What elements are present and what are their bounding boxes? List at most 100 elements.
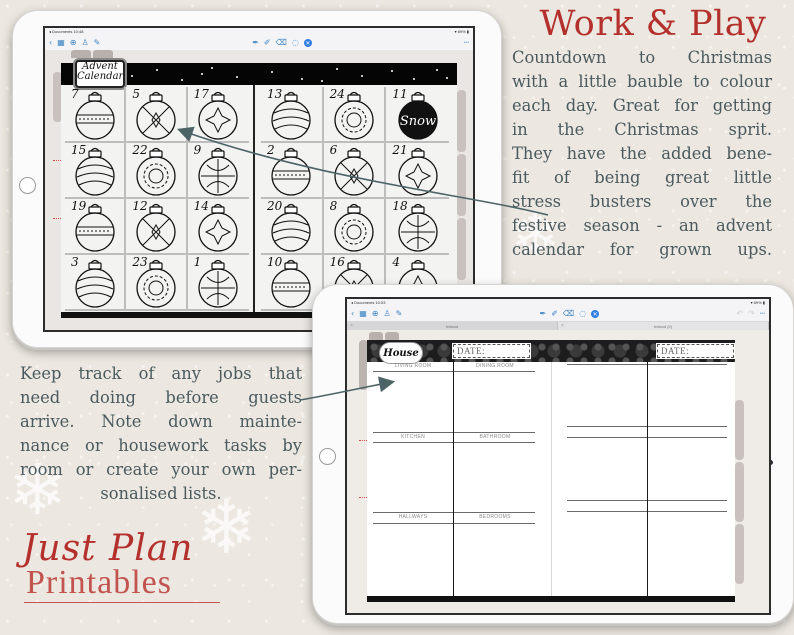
date-field-right[interactable]: DATE: xyxy=(656,343,735,359)
grid-icon[interactable]: ▦ xyxy=(57,39,65,47)
planner-side-tab[interactable] xyxy=(735,400,744,460)
back-chevron-icon[interactable]: ‹ xyxy=(351,310,354,318)
planner-top-tab[interactable] xyxy=(93,50,113,58)
bauble-drawing[interactable] xyxy=(329,147,379,197)
bauble-drawing[interactable] xyxy=(266,147,316,197)
bauble-drawing[interactable] xyxy=(193,259,243,309)
advent-day-cell[interactable]: 17 xyxy=(187,87,249,143)
advent-day-cell[interactable]: 21 xyxy=(386,143,449,199)
close-tools-icon[interactable]: ✕ xyxy=(591,310,600,318)
advent-day-cell[interactable]: 15 xyxy=(65,143,127,199)
planner-top-tab[interactable] xyxy=(385,332,399,340)
advent-day-cell[interactable]: 5 xyxy=(126,87,188,143)
highlighter-tool-icon[interactable]: ✐ xyxy=(551,310,558,318)
highlighter-tool-icon[interactable]: ✐ xyxy=(264,39,271,47)
advent-day-cell[interactable]: 13 xyxy=(261,87,324,143)
bauble-drawing[interactable] xyxy=(131,259,181,309)
room-label-bedrooms: BEDROOMS xyxy=(479,514,511,520)
description-line: festive season - an advent xyxy=(512,216,772,235)
close-tab-icon[interactable]: × xyxy=(561,323,564,329)
planner-side-tab[interactable] xyxy=(735,462,744,522)
advent-day-cell[interactable]: 19 xyxy=(65,199,127,255)
planner-side-tab[interactable] xyxy=(457,218,466,280)
bauble-drawing[interactable] xyxy=(393,203,443,253)
planner-side-tab[interactable] xyxy=(735,524,744,584)
bauble-drawing[interactable] xyxy=(70,259,120,309)
advent-day-cell[interactable]: 3 xyxy=(65,255,127,311)
advent-day-cell[interactable]: 11 Snow xyxy=(386,87,449,143)
share-icon[interactable]: ♙ xyxy=(81,39,88,47)
advent-day-cell[interactable]: 9 xyxy=(187,143,249,199)
description-line: with a little bauble to colour xyxy=(512,72,772,91)
bauble-drawing[interactable] xyxy=(131,203,181,253)
home-button[interactable] xyxy=(19,177,36,194)
headline: Work & Play xyxy=(539,4,767,44)
eraser-tool-icon[interactable]: ⌫ xyxy=(563,310,574,318)
bauble-drawing[interactable]: Snow xyxy=(393,91,443,141)
room-label-hallways: HALLWAYS xyxy=(398,514,428,520)
more-menu-icon[interactable]: ••• xyxy=(760,311,765,317)
more-menu-icon[interactable]: ••• xyxy=(464,40,469,46)
column-divider xyxy=(647,362,648,602)
edit-icon[interactable]: ✎ xyxy=(94,39,101,47)
pen-tool-icon[interactable]: ✒ xyxy=(539,310,546,318)
tab-ireland-2[interactable]: × Ireland (2) xyxy=(558,322,769,330)
planner-top-tab[interactable] xyxy=(71,50,91,58)
tab-label: Ireland xyxy=(445,323,459,329)
grid-icon[interactable]: ▦ xyxy=(359,310,367,318)
redo-icon[interactable]: ↷ xyxy=(748,310,755,318)
advent-day-cell[interactable]: 1 xyxy=(187,255,249,311)
edit-icon[interactable]: ✎ xyxy=(396,310,403,318)
advent-day-cell[interactable]: 2 xyxy=(261,143,324,199)
bauble-drawing[interactable] xyxy=(193,91,243,141)
planner-side-tab[interactable] xyxy=(457,90,466,152)
lasso-tool-icon[interactable]: ◌ xyxy=(292,39,299,47)
snow-star xyxy=(271,71,273,73)
advent-day-cell[interactable]: 12 xyxy=(126,199,188,255)
undo-icon[interactable]: ↶ xyxy=(736,310,743,318)
bauble-drawing[interactable] xyxy=(266,203,316,253)
bauble-drawing[interactable] xyxy=(131,147,181,197)
date-field-left[interactable]: DATE: xyxy=(452,343,531,359)
advent-day-cell[interactable]: 8 xyxy=(323,199,387,255)
pen-tool-icon[interactable]: ✒ xyxy=(252,39,259,47)
bauble-drawing[interactable] xyxy=(70,91,120,141)
bauble-drawing[interactable] xyxy=(266,259,316,309)
status-time: ◂ Documents 10:53 xyxy=(351,300,386,305)
advent-day-cell[interactable]: 22 xyxy=(126,143,188,199)
advent-day-cell[interactable]: 20 xyxy=(261,199,324,255)
advent-day-cell[interactable]: 7 xyxy=(65,87,127,143)
snow-star xyxy=(413,78,415,80)
add-icon[interactable]: ⊕ xyxy=(70,39,77,47)
share-icon[interactable]: ♙ xyxy=(383,310,390,318)
add-icon[interactable]: ⊕ xyxy=(372,310,379,318)
advent-day-cell[interactable]: 24 xyxy=(323,87,387,143)
back-chevron-icon[interactable]: ‹ xyxy=(49,39,52,47)
advent-day-cell[interactable]: 14 xyxy=(187,199,249,255)
close-tools-icon[interactable]: ✕ xyxy=(303,39,312,47)
bauble-drawing[interactable] xyxy=(329,203,379,253)
brand-logo: Just Plan Printables xyxy=(10,530,225,603)
bauble-drawing[interactable] xyxy=(266,91,316,141)
lasso-tool-icon[interactable]: ◌ xyxy=(579,310,586,318)
advent-calendar-spread: Advent Calendar 7 5 17 15 22 9 19 12 14 3 23 1 13 24… xyxy=(61,60,457,318)
advent-day-cell[interactable]: 23 xyxy=(126,255,188,311)
planner-top-tab[interactable] xyxy=(369,332,383,340)
home-button[interactable] xyxy=(319,448,336,465)
bauble-drawing[interactable] xyxy=(329,91,379,141)
advent-calendar-badge: Advent Calendar xyxy=(75,60,125,88)
bauble-drawing[interactable] xyxy=(193,203,243,253)
tab-ireland[interactable]: × Ireland xyxy=(347,322,558,330)
advent-day-cell[interactable]: 6 xyxy=(323,143,387,199)
bauble-drawing[interactable] xyxy=(70,147,120,197)
description-line: Keep track of any jobs that xyxy=(20,364,302,383)
close-tab-icon[interactable]: × xyxy=(350,323,353,329)
bauble-drawing[interactable] xyxy=(193,147,243,197)
app-toolbar: ‹ ▦ ⊕ ♙ ✎ ✒ ✐ ⌫ ◌ ✕ ↶ ↷ ••• xyxy=(347,307,769,322)
planner-side-tab[interactable] xyxy=(457,154,466,216)
bauble-drawing[interactable] xyxy=(131,91,181,141)
bauble-drawing[interactable] xyxy=(70,203,120,253)
bauble-drawing[interactable] xyxy=(393,147,443,197)
advent-day-cell[interactable]: 18 xyxy=(386,199,449,255)
eraser-tool-icon[interactable]: ⌫ xyxy=(276,39,287,47)
